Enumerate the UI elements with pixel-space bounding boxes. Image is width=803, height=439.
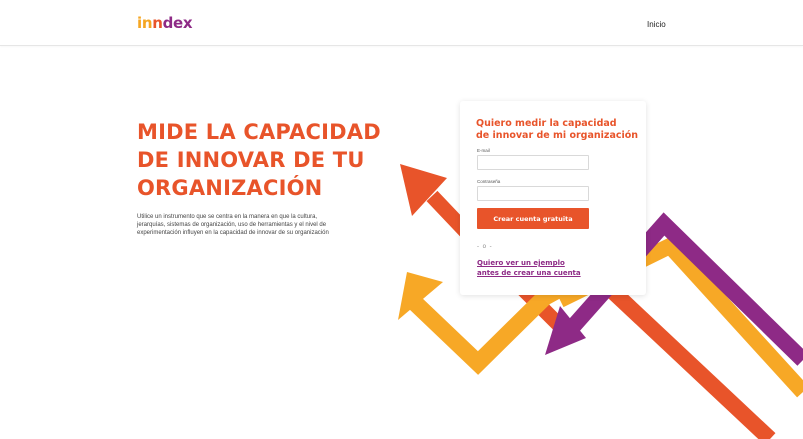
card-title-line-2: de innovar de mi organización (476, 130, 639, 141)
signup-card-title: Quiero medir la capacidad de innovar de … (476, 118, 641, 142)
hero-title-line-3: ORGANIZACIÓN (137, 176, 323, 200)
email-field[interactable] (477, 155, 589, 170)
logo-part-n: n (152, 14, 163, 32)
password-label: Contraseña (477, 179, 501, 184)
or-separator: - o - (477, 244, 493, 250)
hero-title: MIDE LA CAPACIDAD DE INNOVAR DE TU ORGAN… (137, 118, 437, 202)
create-free-account-button[interactable]: Crear cuenta gratuita (477, 208, 589, 229)
nav-home-link[interactable]: Inicio (647, 20, 666, 29)
example-link-line-2: antes de crear una cuenta (477, 269, 581, 277)
hero-title-line-2: DE INNOVAR DE TU (137, 148, 365, 172)
hero-description: Utilice un instrumento que se centra en … (137, 214, 329, 236)
email-label: E-mail (477, 148, 490, 153)
card-title-line-1: Quiero medir la capacidad (476, 118, 617, 129)
logo-part-in: in (137, 14, 153, 32)
logo-part-dex: dex (162, 14, 193, 32)
hero-title-line-1: MIDE LA CAPACIDAD (137, 120, 381, 144)
inndex-logo[interactable]: inndex (137, 14, 193, 32)
see-example-link[interactable]: Quiero ver un ejemplo antes de crear una… (477, 258, 637, 278)
signup-card: Quiero medir la capacidad de innovar de … (460, 101, 646, 295)
password-field[interactable] (477, 186, 589, 201)
decorative-arrows (398, 164, 803, 439)
example-link-line-1: Quiero ver un ejemplo (477, 259, 565, 267)
top-navbar: inndex Inicio (0, 0, 803, 46)
